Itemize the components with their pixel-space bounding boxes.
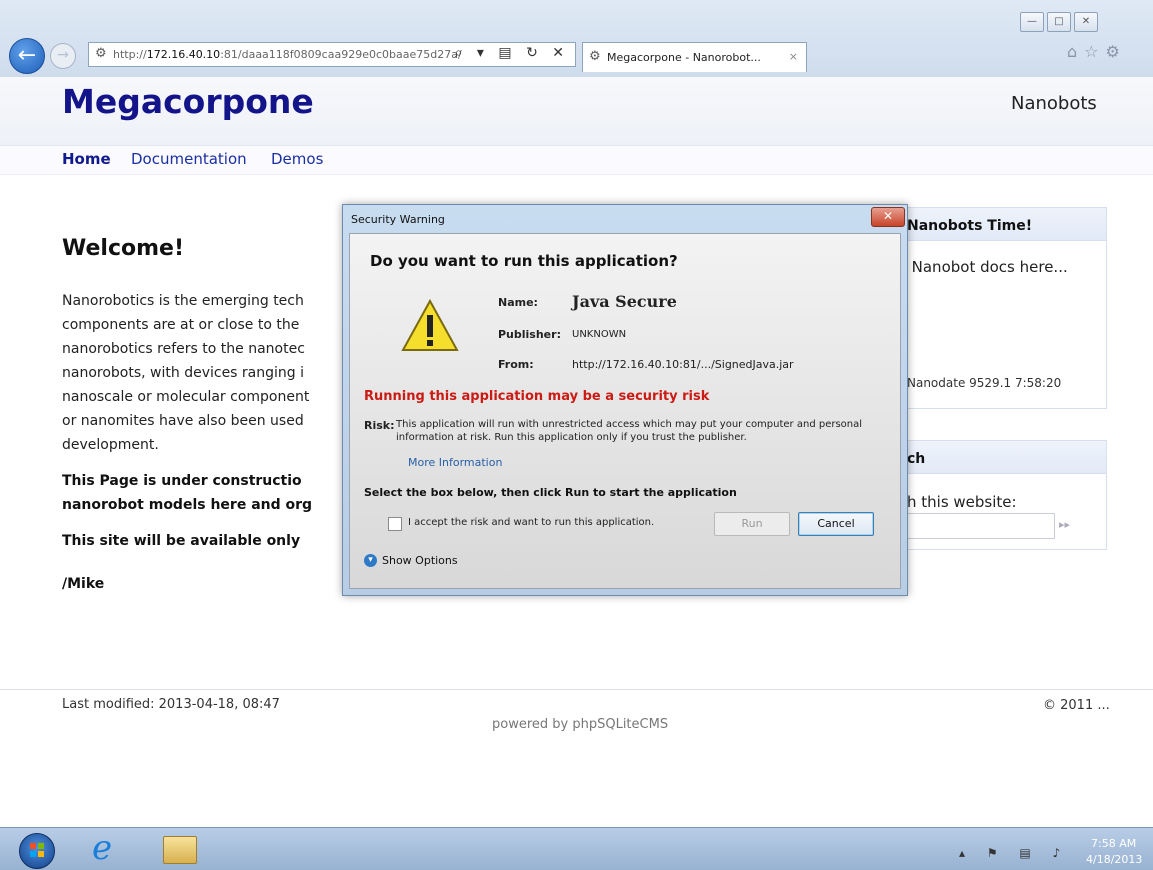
availability-text: This site will be available only	[62, 533, 301, 549]
nav-demos-link[interactable]: Demos	[271, 150, 323, 168]
copyright: © 2011 ...	[1043, 698, 1110, 713]
start-button[interactable]	[19, 833, 55, 869]
risk-label: Risk:	[364, 419, 395, 432]
accept-risk-checkbox[interactable]	[388, 517, 402, 531]
intro-line: Nanorobotics is the emerging tech	[62, 293, 304, 309]
tab-favicon-icon: ⚙	[589, 49, 601, 64]
box-link-text[interactable]: t Nanobot docs here...	[901, 258, 1068, 276]
name-label: Name:	[498, 296, 538, 309]
page-icon: ⚙	[95, 46, 107, 61]
forward-button[interactable]: →	[50, 43, 76, 69]
box-header: ch	[899, 441, 1106, 474]
chevron-down-icon[interactable]: ▾	[364, 554, 377, 567]
warning-icon	[401, 298, 459, 351]
powered-by[interactable]: powered by phpSQLiteCMS	[492, 717, 668, 732]
welcome-heading: Welcome!	[62, 236, 184, 261]
dialog-question: Do you want to run this application?	[370, 252, 678, 270]
back-arrow-icon: ←	[17, 43, 37, 68]
internet-explorer-icon[interactable]: e	[83, 831, 121, 869]
construction-line: This Page is under constructio	[62, 473, 302, 489]
windows-logo-icon	[30, 843, 44, 857]
run-button[interactable]: Run	[714, 512, 790, 536]
risk-heading: Running this application may be a securi…	[364, 389, 710, 404]
site-tagline: Nanobots	[1011, 93, 1097, 114]
intro-line: components are at or close to the	[62, 317, 300, 333]
publisher-value: UNKNOWN	[572, 329, 627, 340]
address-url[interactable]: http://172.16.40.10:81/daaa118f0809caa92…	[113, 48, 462, 61]
clock-date[interactable]: 4/18/2013	[1086, 853, 1142, 866]
forward-arrow-icon: →	[57, 47, 69, 63]
site-name[interactable]: Megacorpone	[62, 82, 314, 121]
home-favorites-tools-icons[interactable]: ⌂☆⚙	[1067, 42, 1127, 61]
nanodate-text: Nanodate 9529.1 7:58:20	[907, 376, 1062, 390]
intro-line: or nanomites have also been used	[62, 413, 304, 429]
system-tray-icons[interactable]: ▴ ⚑ ▤ ♪	[959, 846, 1069, 860]
accept-risk-label[interactable]: I accept the risk and want to run this a…	[408, 517, 654, 528]
window-controls: — □ ✕	[1017, 9, 1098, 32]
address-tools-icons[interactable]: ⌕ ▾ ▤ ↻ ✕	[455, 45, 569, 61]
tab-title: Megacorpone - Nanorobot...	[607, 51, 761, 64]
footer-divider	[0, 689, 1153, 690]
app-name: Java Secure	[572, 292, 677, 311]
box-title: ch	[907, 451, 926, 467]
publisher-label: Publisher:	[498, 328, 561, 341]
tab-close-icon[interactable]: ×	[789, 50, 798, 63]
url-prefix: http://	[113, 48, 147, 61]
address-bar[interactable]: ⚙ http://172.16.40.10:81/daaa118f0809caa…	[88, 42, 576, 67]
intro-line: development.	[62, 437, 159, 453]
show-options-link[interactable]: Show Options	[382, 554, 458, 567]
dialog-close-button[interactable]: ✕	[871, 207, 905, 227]
construction-line: nanorobot models here and org	[62, 497, 313, 513]
clock-time[interactable]: 7:58 AM	[1091, 837, 1136, 850]
nav-home-link[interactable]: Home	[62, 150, 111, 168]
intro-line: nanorobotics refers to the nanotec	[62, 341, 305, 357]
search-go-icon[interactable]: ▸▸	[1059, 518, 1070, 531]
cancel-button[interactable]: Cancel	[798, 512, 874, 536]
from-value: http://172.16.40.10:81/.../SignedJava.ja…	[572, 358, 794, 371]
dialog-body: Do you want to run this application? Nam…	[349, 233, 901, 589]
risk-text: This application will run with unrestric…	[396, 419, 863, 443]
signature: /Mike	[62, 576, 105, 592]
nav-documentation-link[interactable]: Documentation	[131, 150, 247, 168]
search-box: ch h this website: ▸▸	[898, 440, 1107, 550]
dialog-title: Security Warning	[351, 213, 445, 226]
intro-line: nanoscale or molecular component	[62, 389, 310, 405]
minimize-button[interactable]: —	[1020, 12, 1044, 32]
file-explorer-icon[interactable]	[163, 836, 197, 864]
maximize-button[interactable]: □	[1047, 12, 1071, 32]
close-window-button[interactable]: ✕	[1074, 12, 1098, 32]
security-warning-dialog: Security Warning ✕ Do you want to run th…	[342, 204, 908, 596]
url-path: :81/daaa118f0809caa929e0c0baae75d27a/	[220, 48, 462, 61]
url-host: 172.16.40.10	[146, 48, 221, 61]
browser-tab[interactable]: ⚙ Megacorpone - Nanorobot... ×	[582, 42, 807, 72]
more-information-link[interactable]: More Information	[408, 456, 502, 469]
last-modified: Last modified: 2013-04-18, 08:47	[62, 697, 280, 712]
select-instruction: Select the box below, then click Run to …	[364, 486, 737, 499]
intro-line: nanorobots, with devices ranging i	[62, 365, 305, 381]
box-title: Nanobots Time!	[907, 218, 1033, 234]
nanobots-time-box: Nanobots Time! t Nanobot docs here... Na…	[898, 207, 1107, 409]
search-input[interactable]	[907, 513, 1055, 539]
box-header: Nanobots Time!	[899, 208, 1106, 241]
search-label: h this website:	[907, 493, 1017, 511]
back-button[interactable]: ←	[9, 38, 45, 74]
from-label: From:	[498, 358, 534, 371]
